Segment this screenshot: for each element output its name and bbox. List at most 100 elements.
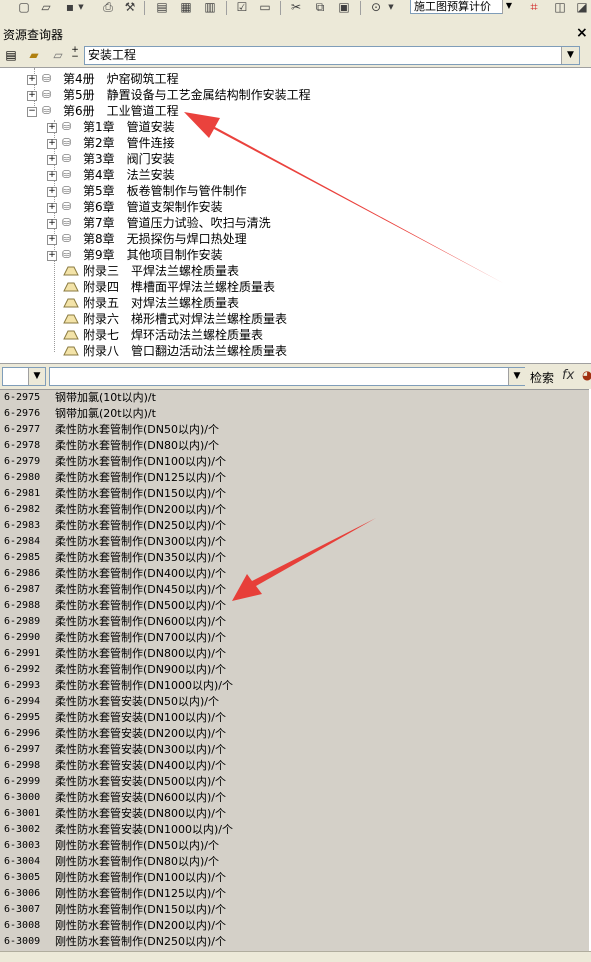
quota-row[interactable]: 6-2981 柔性防水套管制作(DN150以内)/个 [0, 486, 589, 502]
expand-icon[interactable]: + [27, 75, 37, 85]
chevron-down-icon[interactable]: ▼ [508, 368, 525, 385]
quota-row[interactable]: 6-2989 柔性防水套管制作(DN600以内)/个 [0, 614, 589, 630]
window-icon[interactable]: ◫ [552, 0, 568, 14]
quota-row[interactable]: 6-2991 柔性防水套管制作(DN800以内)/个 [0, 646, 589, 662]
tree-node-appendix[interactable]: 附录七 焊环活动法兰螺栓质量表 [0, 327, 591, 343]
tree-view-icon[interactable]: ▤ [3, 48, 19, 63]
check-icon[interactable]: ☑ [234, 0, 250, 14]
formula-icon[interactable]: fx [562, 368, 574, 383]
quota-row[interactable]: 6-3009 刚性防水套管制作(DN250以内)/个 [0, 934, 589, 950]
window-cascade-icon[interactable]: ◪ [574, 0, 590, 14]
tree-node-book-4[interactable]: + ⛁ 第4册 炉窑砌筑工程 [0, 71, 591, 87]
quota-row[interactable]: 6-3006 刚性防水套管制作(DN125以内)/个 [0, 886, 589, 902]
paste-icon[interactable]: ▣ [336, 0, 352, 14]
quota-row[interactable]: 6-2990 柔性防水套管制作(DN700以内)/个 [0, 630, 589, 646]
quota-row[interactable]: 6-2996 柔性防水套管安装(DN200以内)/个 [0, 726, 589, 742]
quota-row[interactable]: 6-2978 柔性防水套管制作(DN80以内)/个 [0, 438, 589, 454]
expand-icon[interactable]: + [47, 187, 57, 197]
tree-node-chapter[interactable]: + ⛁ 第6章 管道支架制作安装 [0, 199, 591, 215]
quota-row[interactable]: 6-2983 柔性防水套管制作(DN250以内)/个 [0, 518, 589, 534]
cut-icon[interactable]: ✂ [288, 0, 304, 14]
tree-node-appendix[interactable]: 附录五 对焊法兰螺栓质量表 [0, 295, 591, 311]
palette-icon[interactable]: ◕ [582, 368, 591, 382]
quota-row[interactable]: 6-2977 柔性防水套管制作(DN50以内)/个 [0, 422, 589, 438]
frame-icon[interactable]: ⌗ [526, 0, 542, 15]
grid-icon[interactable]: ▥ [202, 0, 218, 14]
chevron-down-icon[interactable]: ▼ [28, 368, 45, 385]
tree-node-chapter[interactable]: + ⛁ 第1章 管道安装 [0, 119, 591, 135]
quota-row[interactable]: 6-2976 钢带加氯(20t以内)/t [0, 406, 589, 422]
chevron-down-icon[interactable]: ▼ [561, 47, 579, 64]
tree-node-chapter[interactable]: + ⛁ 第7章 管道压力试验、吹扫与清洗 [0, 215, 591, 231]
expand-icon[interactable]: + [47, 219, 57, 229]
tree-node-chapter[interactable]: + ⛁ 第3章 阀门安装 [0, 151, 591, 167]
book-icon[interactable]: ▱ [50, 48, 66, 63]
quota-row[interactable]: 6-2999 柔性防水套管安装(DN500以内)/个 [0, 774, 589, 790]
tree-node-chapter[interactable]: + ⛁ 第8章 无损探伤与焊口热处理 [0, 231, 591, 247]
quota-row[interactable]: 6-2982 柔性防水套管制作(DN200以内)/个 [0, 502, 589, 518]
filter-select[interactable]: ▼ [2, 367, 46, 386]
copy-row-icon[interactable]: ▤ [154, 0, 170, 14]
quota-row[interactable]: 6-2988 柔性防水套管制作(DN500以内)/个 [0, 598, 589, 614]
quota-row[interactable]: 6-3008 刚性防水套管制作(DN200以内)/个 [0, 918, 589, 934]
search-input[interactable] [49, 367, 525, 386]
quota-row[interactable]: 6-2998 柔性防水套管安装(DN400以内)/个 [0, 758, 589, 774]
open-icon[interactable]: ▱ [38, 0, 54, 14]
tree-node-book-6[interactable]: − ⛁ 第6册 工业管道工程 [0, 103, 591, 119]
tree-node-chapter[interactable]: + ⛁ 第4章 法兰安装 [0, 167, 591, 183]
quota-row[interactable]: 6-3001 柔性防水套管安装(DN800以内)/个 [0, 806, 589, 822]
quota-row[interactable]: 6-3002 柔性防水套管安装(DN1000以内)/个 [0, 822, 589, 838]
binoculars-icon[interactable]: ⊙ [368, 0, 384, 14]
search-button[interactable]: 检索 [530, 369, 554, 386]
quota-row[interactable]: 6-2984 柔性防水套管制作(DN300以内)/个 [0, 534, 589, 550]
collapse-icon[interactable]: − [27, 107, 37, 117]
chevron-down-icon[interactable]: ▼ [502, 0, 515, 14]
preview-icon[interactable]: ▭ [257, 0, 273, 14]
quota-row[interactable]: 6-2993 柔性防水套管制作(DN1000以内)/个 [0, 678, 589, 694]
new-icon[interactable]: ▢ [16, 0, 32, 14]
quota-name: 柔性防水套管制作(DN350以内)/个 [55, 551, 226, 564]
quota-row[interactable]: 6-3007 刚性防水套管制作(DN150以内)/个 [0, 902, 589, 918]
quota-row[interactable]: 6-2985 柔性防水套管制作(DN350以内)/个 [0, 550, 589, 566]
quota-row[interactable]: 6-3005 刚性防水套管制作(DN100以内)/个 [0, 870, 589, 886]
tree-node-appendix[interactable]: 附录四 榫槽面平焊法兰螺栓质量表 [0, 279, 591, 295]
copy-icon[interactable]: ⧉ [312, 0, 328, 14]
close-icon[interactable]: × [576, 25, 588, 41]
tree-node-appendix[interactable]: 附录六 梯形槽式对焊法兰螺栓质量表 [0, 311, 591, 327]
quota-row[interactable]: 6-2995 柔性防水套管安装(DN100以内)/个 [0, 710, 589, 726]
print-icon[interactable]: ⎙ [100, 0, 116, 14]
tree-node-chapter[interactable]: + ⛁ 第5章 板卷管制作与管件制作 [0, 183, 591, 199]
quota-row[interactable]: 6-2994 柔性防水套管安装(DN50以内)/个 [0, 694, 589, 710]
mode-combo[interactable]: 施工图预算计价 [410, 0, 514, 14]
expand-icon[interactable]: + [47, 235, 57, 245]
expand-collapse-icon[interactable]: + − [70, 46, 80, 62]
quota-row[interactable]: 6-2980 柔性防水套管制作(DN125以内)/个 [0, 470, 589, 486]
expand-icon[interactable]: + [47, 251, 57, 261]
quota-row[interactable]: 6-2992 柔性防水套管制作(DN900以内)/个 [0, 662, 589, 678]
expand-icon[interactable]: + [47, 155, 57, 165]
tree-node-chapter[interactable]: + ⛁ 第2章 管件连接 [0, 135, 591, 151]
table-icon[interactable]: ▦ [178, 0, 194, 14]
chevron-down-icon[interactable]: ▼ [386, 0, 396, 14]
chevron-down-icon[interactable]: ▼ [76, 0, 86, 14]
quota-row[interactable]: 6-3003 刚性防水套管制作(DN50以内)/个 [0, 838, 589, 854]
quota-row[interactable]: 6-2979 柔性防水套管制作(DN100以内)/个 [0, 454, 589, 470]
tools-icon[interactable]: ⚒ [122, 0, 138, 14]
expand-icon[interactable]: + [27, 91, 37, 101]
quota-row[interactable]: 6-2987 柔性防水套管制作(DN450以内)/个 [0, 582, 589, 598]
folder-icon[interactable]: ▰ [26, 48, 42, 63]
quota-row[interactable]: 6-3000 柔性防水套管安装(DN600以内)/个 [0, 790, 589, 806]
expand-icon[interactable]: + [47, 171, 57, 181]
quota-row[interactable]: 6-2986 柔性防水套管制作(DN400以内)/个 [0, 566, 589, 582]
library-select[interactable]: 安装工程 ▼ [84, 46, 580, 65]
expand-icon[interactable]: + [47, 203, 57, 213]
expand-icon[interactable]: + [47, 123, 57, 133]
quota-row[interactable]: 6-2975 钢带加氯(10t以内)/t [0, 390, 589, 406]
expand-icon[interactable]: + [47, 139, 57, 149]
quota-row[interactable]: 6-3004 刚性防水套管制作(DN80以内)/个 [0, 854, 589, 870]
quota-row[interactable]: 6-2997 柔性防水套管安装(DN300以内)/个 [0, 742, 589, 758]
tree-node-book-5[interactable]: + ⛁ 第5册 静置设备与工艺金属结构制作安装工程 [0, 87, 591, 103]
tree-node-appendix[interactable]: 附录三 平焊法兰螺栓质量表 [0, 263, 591, 279]
tree-node-chapter[interactable]: + ⛁ 第9章 其他项目制作安装 [0, 247, 591, 263]
tree-node-appendix[interactable]: 附录八 管口翻边活动法兰螺栓质量表 [0, 343, 591, 359]
